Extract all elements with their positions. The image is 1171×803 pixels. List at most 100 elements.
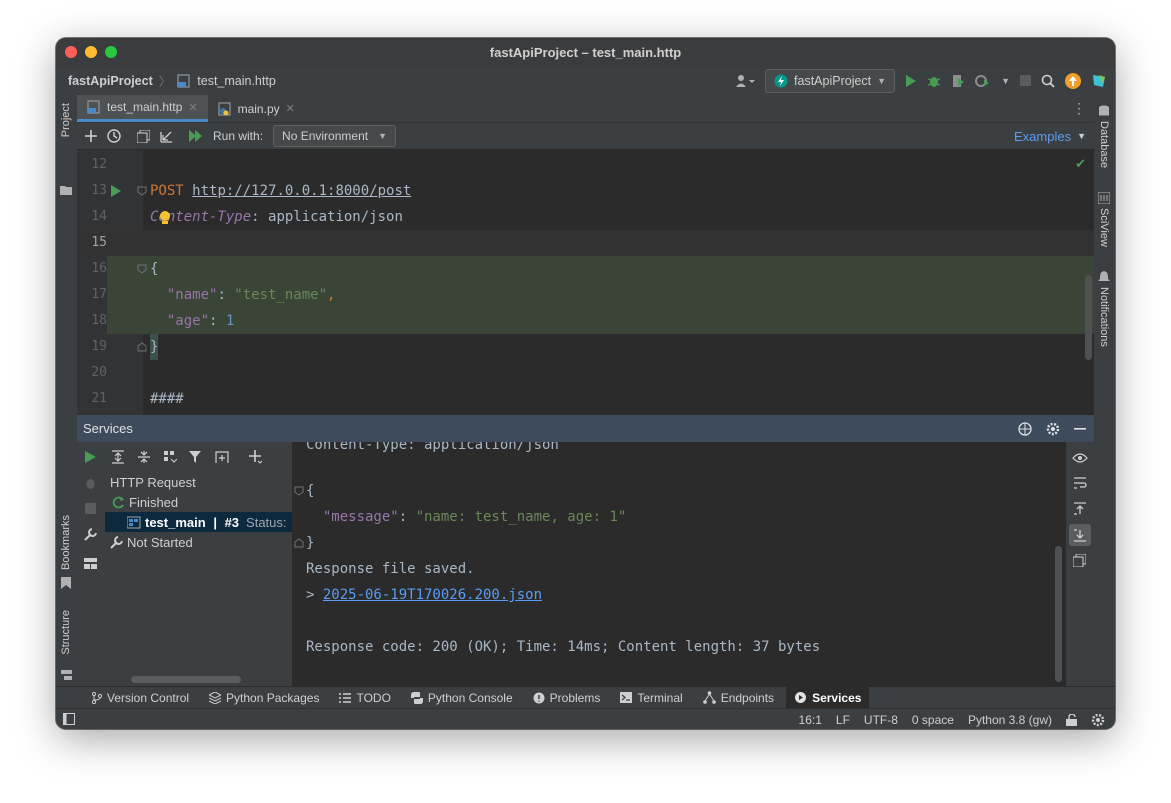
collapse-all-icon[interactable] [137, 450, 151, 464]
new-tab-icon[interactable] [215, 450, 231, 464]
run-icon[interactable] [905, 74, 917, 87]
coverage-icon[interactable] [951, 74, 965, 88]
breadcrumb-project[interactable]: fastApiProject [68, 74, 153, 88]
group-by-icon[interactable] [163, 450, 177, 464]
tab-test-main-http[interactable]: test_main.http ✕ [77, 95, 208, 122]
close-window-button[interactable] [65, 46, 77, 58]
stop-icon[interactable] [85, 503, 96, 514]
tab-python-console[interactable]: Python Console [403, 687, 521, 709]
minimize-window-button[interactable] [85, 46, 97, 58]
scroll-to-end-icon[interactable] [1069, 524, 1091, 546]
stop-icon[interactable] [1020, 75, 1031, 86]
minimize-icon[interactable] [1074, 427, 1086, 430]
cursor-position[interactable]: 16:1 [799, 713, 822, 727]
eye-icon[interactable] [1072, 452, 1088, 464]
fold-icon[interactable] [294, 486, 304, 496]
zoom-window-button[interactable] [105, 46, 117, 58]
tree-toolbar [105, 442, 292, 472]
profile-icon[interactable] [975, 74, 991, 88]
list-icon [339, 692, 352, 703]
jetbrains-ai-icon[interactable] [1091, 73, 1107, 89]
code-line-current: 15 [77, 230, 1094, 256]
tab-problems[interactable]: Problems [525, 687, 609, 709]
structure-tool-button[interactable]: Structure [60, 610, 72, 655]
run-icon[interactable] [85, 451, 96, 463]
add-icon[interactable] [85, 130, 97, 142]
python-interpreter[interactable]: Python 3.8 (gw) [968, 713, 1052, 727]
tab-label: test_main.http [107, 100, 183, 114]
breadcrumb-file[interactable]: test_main.http [197, 74, 276, 88]
tool-windows-icon[interactable] [63, 713, 75, 725]
more-run-chevron-icon[interactable]: ▼ [1001, 76, 1010, 86]
response-file-link[interactable]: 2025-06-19T170026.200.json [323, 587, 542, 603]
import-icon[interactable] [160, 130, 173, 143]
gear-icon[interactable] [1046, 422, 1060, 436]
examples-dropdown[interactable]: Examples ▼ [1014, 129, 1086, 144]
bookmark-icon [61, 577, 71, 589]
copy-icon[interactable] [1073, 554, 1086, 567]
tree-item-not-started[interactable]: Not Started [105, 532, 292, 552]
tab-python-packages[interactable]: Python Packages [201, 687, 327, 709]
tree-item-http-request[interactable]: HTTP Request [105, 472, 292, 492]
close-tab-icon[interactable]: ✕ [286, 102, 295, 115]
layout-icon[interactable] [84, 558, 97, 569]
code-line: 16 { [77, 256, 1094, 282]
debug-icon[interactable] [84, 477, 97, 490]
notifications-tool-button[interactable]: Notifications [1098, 287, 1110, 347]
database-tool-button[interactable]: Database [1098, 121, 1110, 168]
tab-todo[interactable]: TODO [331, 687, 398, 709]
run-with-label: Run with: [213, 129, 264, 143]
filter-icon[interactable] [189, 450, 203, 464]
fold-end-icon[interactable] [294, 538, 304, 548]
soft-wrap-icon[interactable] [1073, 477, 1087, 489]
code-line: 17 "name": "test_name", [77, 282, 1094, 308]
line-number: 15 [91, 235, 107, 250]
indent-setting[interactable]: 0 space [912, 713, 954, 727]
settings-status-icon[interactable] [1091, 713, 1105, 727]
tree-horizontal-scrollbar[interactable] [131, 676, 241, 683]
tab-services[interactable]: Services [786, 686, 870, 709]
run-configuration-select[interactable]: fastApiProject ▼ [765, 68, 896, 93]
scroll-to-top-icon[interactable] [1073, 502, 1087, 515]
tab-terminal[interactable]: Terminal [612, 687, 690, 709]
tree-item-test-main[interactable]: test_main | #3 Status: [105, 512, 292, 532]
line-separator[interactable]: LF [836, 713, 850, 727]
more-tabs-icon[interactable]: ⋮ [1072, 100, 1086, 117]
tab-main-py[interactable]: main.py ✕ [208, 95, 305, 122]
code-editor[interactable]: ✔ 12 13 POST http://127.0.0.1:8000/post … [77, 150, 1094, 415]
fold-icon[interactable] [137, 186, 147, 196]
response-output[interactable]: Content-Type: application/json { "messag… [292, 442, 1052, 686]
add-service-icon[interactable] [249, 450, 263, 464]
copy-icon[interactable] [137, 129, 150, 143]
project-tool-button[interactable]: Project [60, 103, 72, 137]
run-all-icon[interactable] [189, 130, 203, 142]
search-icon[interactable] [1041, 74, 1055, 88]
update-icon[interactable] [1065, 72, 1081, 89]
run-request-icon[interactable] [111, 185, 121, 197]
fold-icon[interactable] [137, 264, 147, 274]
user-icon[interactable] [735, 74, 756, 88]
close-tab-icon[interactable]: ✕ [188, 101, 197, 114]
debug-icon[interactable] [927, 74, 941, 88]
editor-scrollbar[interactable] [1085, 275, 1092, 360]
chevron-down-icon: ▼ [378, 131, 387, 141]
tree-item-finished[interactable]: Finished [105, 492, 292, 512]
chevron-right-icon: 〉 [158, 75, 172, 89]
fold-end-icon[interactable] [137, 342, 147, 352]
lightbulb-icon[interactable] [159, 211, 171, 225]
wrench-icon[interactable] [84, 528, 97, 541]
tab-version-control[interactable]: Version Control [84, 687, 197, 709]
sciview-tool-button[interactable]: SciView [1098, 208, 1110, 247]
python-file-icon [218, 102, 232, 116]
tab-endpoints[interactable]: Endpoints [695, 687, 782, 709]
expand-all-icon[interactable] [111, 450, 125, 464]
lock-icon[interactable] [1066, 713, 1077, 726]
environment-select[interactable]: No Environment ▼ [273, 125, 396, 147]
history-icon[interactable] [107, 129, 121, 143]
crosshair-icon[interactable] [1018, 421, 1032, 436]
file-encoding[interactable]: UTF-8 [864, 713, 898, 727]
request-url[interactable]: http://127.0.0.1:8000/post [192, 183, 411, 199]
bookmarks-tool-button[interactable]: Bookmarks [60, 515, 72, 570]
response-scrollbar[interactable] [1055, 546, 1062, 682]
code-line: 20 [77, 360, 1094, 386]
